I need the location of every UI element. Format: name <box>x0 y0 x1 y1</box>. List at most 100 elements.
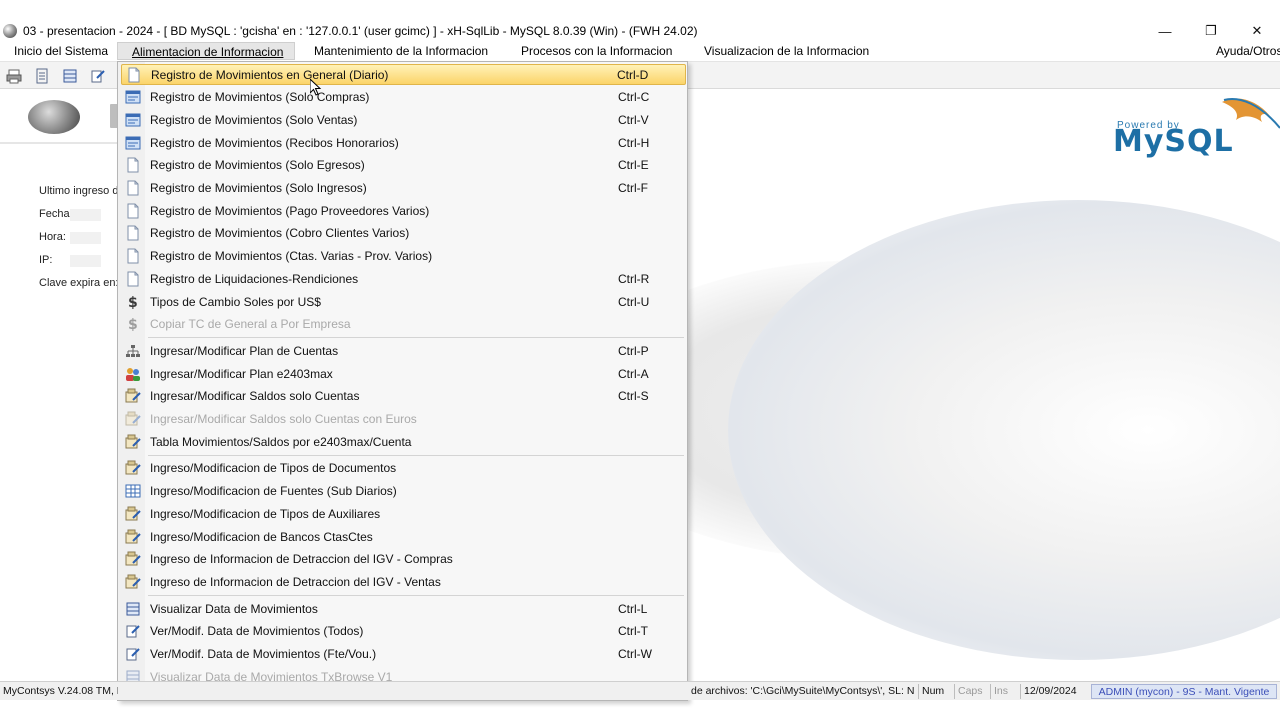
menu-item-label: Registro de Movimientos (Cobro Clientes … <box>150 226 410 241</box>
left-panel <box>0 90 120 680</box>
menu-alimentacion[interactable]: Alimentacion de Informacion <box>117 42 295 60</box>
menu-item-22[interactable]: Ingreso de Informacion de Detraccion del… <box>121 549 686 570</box>
menu-item-label: Copiar TC de General a Por Empresa <box>150 317 351 332</box>
menu-item-shortcut: Ctrl-P <box>618 343 649 358</box>
menu-item-17[interactable]: Tabla Movimientos/Saldos por e2403max/Cu… <box>121 431 686 452</box>
fecha-label: Fecha: <box>39 208 73 220</box>
menu-item-3[interactable]: Registro de Movimientos (Solo Ventas) Ctr… <box>121 109 686 130</box>
menu-item-18[interactable]: Ingreso/Modificacion de Tipos de Documen… <box>121 458 686 479</box>
menu-item-label: Ingreso/Modificacion de Tipos de Documen… <box>150 461 397 476</box>
status-caps: Caps <box>954 684 988 699</box>
menu-item-1[interactable]: Registro de Movimientos en General (Diar… <box>121 64 686 85</box>
menu-item-label: Ingresar/Modificar Plan de Cuentas <box>150 343 339 358</box>
edit-box-icon <box>125 551 141 567</box>
menu-item-label: Ingreso/Modificacion de Fuentes (Sub Dia… <box>150 484 397 499</box>
document-icon <box>126 67 142 83</box>
menu-item-label: Registro de Movimientos en General (Diar… <box>151 67 389 82</box>
print-icon[interactable] <box>5 67 23 85</box>
alimentacion-dropdown-menu: Registro de Movimientos en General (Diar… <box>117 61 688 701</box>
menu-item-shortcut: Ctrl-U <box>618 294 650 309</box>
menu-item-6[interactable]: Registro de Movimientos (Solo Ingresos) C… <box>121 178 686 199</box>
menu-item-25[interactable]: Ver/Modif. Data de Movimientos (Todos) Ct… <box>121 621 686 642</box>
menu-separator <box>148 337 684 339</box>
mysql-logo-text: MySQL <box>1113 124 1234 159</box>
menu-item-label: Registro de Movimientos (Recibos Honorar… <box>150 135 399 150</box>
company-logo <box>28 100 80 134</box>
menu-item-14[interactable]: Ingresar/Modificar Plan e2403max Ctrl-A <box>121 363 686 384</box>
svg-text:$: $ <box>128 317 138 332</box>
menu-item-shortcut: Ctrl-W <box>618 647 652 661</box>
menu-item-shortcut: Ctrl-R <box>618 271 650 286</box>
menu-item-26[interactable]: Ver/Modif. Data de Movimientos (Fte/Vou.… <box>121 644 686 665</box>
menu-item-shortcut: Ctrl-L <box>618 601 648 616</box>
menu-item-5[interactable]: Registro de Movimientos (Solo Egresos) Ct… <box>121 155 686 176</box>
form-icon <box>125 89 141 105</box>
menu-item-20[interactable]: Ingreso/Modificacion de Tipos de Auxilia… <box>121 503 686 524</box>
menu-item-label: Registro de Movimientos (Solo Ingresos) <box>150 181 367 195</box>
menu-item-shortcut: Ctrl-H <box>618 135 650 150</box>
table-icon[interactable] <box>61 67 79 85</box>
menu-item-label: Ingresar/Modificar Plan e2403max <box>150 366 333 381</box>
menu-procesos[interactable]: Procesos con la Informacion <box>517 42 676 60</box>
menu-ayuda[interactable]: Ayuda/Otros <box>1212 42 1280 60</box>
status-ins: Ins <box>990 684 1018 699</box>
menu-separator <box>148 595 684 597</box>
menu-item-label: Registro de Movimientos (Solo Ventas) <box>150 112 358 127</box>
menu-mantenimiento[interactable]: Mantenimiento de la Informacion <box>310 42 492 60</box>
svg-text:$: $ <box>128 295 138 310</box>
edit-box-icon <box>125 434 141 450</box>
menu-item-10[interactable]: Registro de Liquidaciones-Rendiciones Ctr… <box>121 268 686 289</box>
panel-divider <box>0 142 118 144</box>
minimize-button[interactable]: — <box>1142 20 1188 42</box>
status-date: 12/09/2024 <box>1020 684 1088 699</box>
menu-item-shortcut: Ctrl-S <box>618 389 649 404</box>
menu-item-label: Ingreso de Informacion de Detraccion del… <box>150 574 441 589</box>
menu-item-21[interactable]: Ingreso/Modificacion de Bancos CtasCtes <box>121 526 686 547</box>
menu-item-13[interactable]: Ingresar/Modificar Plan de Cuentas Ctrl-P <box>121 340 686 361</box>
mouse-cursor-icon <box>310 79 322 96</box>
menu-inicio[interactable]: Inicio del Sistema <box>10 42 112 60</box>
document-icon <box>125 157 141 173</box>
menu-item-8[interactable]: Registro de Movimientos (Cobro Clientes … <box>121 223 686 244</box>
document-icon <box>125 203 141 219</box>
menu-item-4[interactable]: Registro de Movimientos (Recibos Honorar… <box>121 132 686 153</box>
menu-item-label: Registro de Movimientos (Solo Compras) <box>150 90 370 105</box>
menu-item-label: Ingreso/Modificacion de Tipos de Auxilia… <box>150 506 381 521</box>
close-button[interactable]: ✕ <box>1234 20 1280 42</box>
menu-item-7[interactable]: Registro de Movimientos (Pago Proveedore… <box>121 200 686 221</box>
document-list-icon[interactable] <box>33 67 51 85</box>
menu-item-label: Tipos de Cambio Soles por US$ <box>150 294 321 309</box>
menu-item-23[interactable]: Ingreso de Informacion de Detraccion del… <box>121 571 686 592</box>
menu-visualizacion[interactable]: Visualizacion de la Informacion <box>700 42 873 60</box>
ultimo-ingreso-label: Ultimo ingreso de <box>39 185 125 197</box>
background-art <box>688 90 1280 680</box>
menu-item-16: Ingresar/Modificar Saldos solo Cuentas c… <box>121 409 686 430</box>
edit-box-icon <box>125 388 141 404</box>
menu-item-label: Tabla Movimientos/Saldos por e2403max/Cu… <box>150 434 412 449</box>
edit-icon[interactable] <box>89 67 107 85</box>
edit-box-icon <box>125 506 141 522</box>
menu-item-shortcut: Ctrl-F <box>618 181 648 195</box>
app-icon <box>3 24 17 38</box>
menu-item-15[interactable]: Ingresar/Modificar Saldos solo Cuentas Ct… <box>121 386 686 407</box>
restore-button[interactable]: ❐ <box>1188 20 1234 42</box>
menu-item-24[interactable]: Visualizar Data de Movimientos Ctrl-L <box>121 598 686 619</box>
form-icon <box>125 112 141 128</box>
menu-item-shortcut: Ctrl-T <box>618 624 648 639</box>
menu-item-11[interactable]: $ Tipos de Cambio Soles por US$ Ctrl-U <box>121 291 686 312</box>
grid-icon <box>125 483 141 499</box>
menu-item-label: Ingresar/Modificar Saldos solo Cuentas c… <box>150 412 417 426</box>
menu-item-label: Registro de Movimientos (Pago Proveedore… <box>150 203 430 218</box>
menu-item-9[interactable]: Registro de Movimientos (Ctas. Varias - … <box>121 246 686 267</box>
form-icon <box>125 135 141 151</box>
menu-item-2[interactable]: Registro de Movimientos (Solo Compras) Ct… <box>121 87 686 108</box>
users-icon <box>125 366 141 382</box>
menu-item-12: $ Copiar TC de General a Por Empresa <box>121 314 686 335</box>
title-bar: 03 - presentacion - 2024 - [ BD MySQL : … <box>0 20 1280 42</box>
menu-item-19[interactable]: Ingreso/Modificacion de Fuentes (Sub Dia… <box>121 481 686 502</box>
menu-item-shortcut: Ctrl-C <box>618 90 650 105</box>
menu-item-label: Ingreso de Informacion de Detraccion del… <box>150 552 453 567</box>
window-title: 03 - presentacion - 2024 - [ BD MySQL : … <box>23 24 698 38</box>
status-version: MyContsys V.24.08 TM, E <box>3 685 118 697</box>
status-path: de archivos: 'C:\Gci\MySuite\MyContsys\'… <box>691 685 915 697</box>
